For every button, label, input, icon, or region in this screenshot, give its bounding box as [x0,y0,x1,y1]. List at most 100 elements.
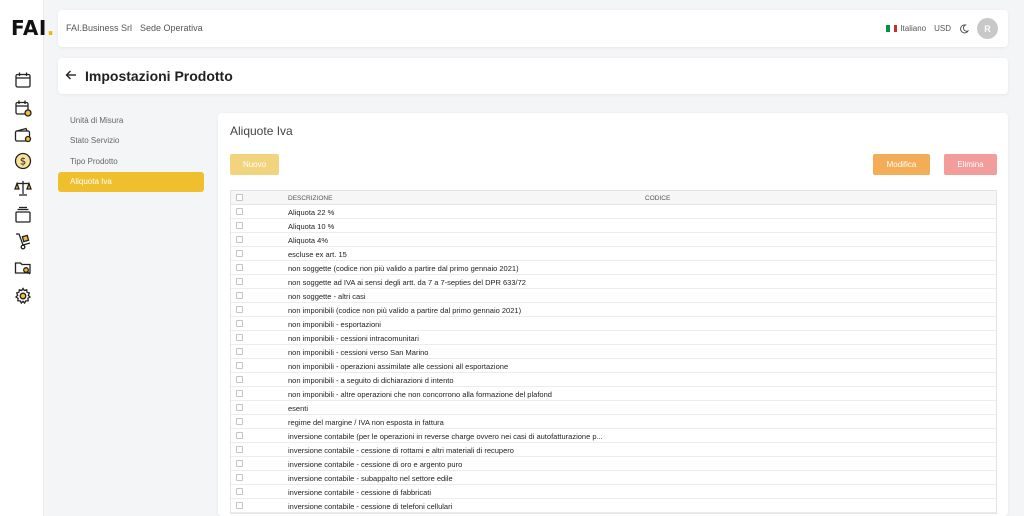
row-checkbox[interactable] [236,376,243,383]
logo[interactable]: FAI. [11,16,55,40]
currency-selector[interactable]: USD [934,24,951,33]
table-row[interactable]: regime del margine / IVA non esposta in … [231,415,996,429]
user-avatar[interactable]: R [977,18,998,39]
column-header-codice[interactable]: CODICE [645,195,670,202]
cell-descrizione: inversione contabile - cessione di telef… [288,502,453,511]
cell-descrizione: non imponibili - cessioni verso San Mari… [288,348,429,357]
column-header-descrizione[interactable]: DESCRIZIONE [288,195,332,202]
table-body: Aliquota 22 % Aliquota 10 % Aliquota 4% esc… [231,205,996,513]
table-row[interactable]: inversione contabile - cessione di fabbr… [231,485,996,499]
menu-item-aliquota-iva[interactable]: Aliquota Iva [58,171,204,192]
back-arrow-icon[interactable] [65,69,77,81]
table-row[interactable]: inversione contabile - cessione di oro e… [231,457,996,471]
table-row[interactable]: Aliquota 10 % [231,219,996,233]
row-checkbox[interactable] [236,404,243,411]
row-checkbox[interactable] [236,348,243,355]
row-checkbox[interactable] [236,390,243,397]
table-row[interactable]: non imponibili (codice non più valido a … [231,303,996,317]
row-checkbox[interactable] [236,250,243,257]
table-row[interactable]: escluse ex art. 15 [231,247,996,261]
select-all-checkbox[interactable] [236,194,243,201]
cell-descrizione: Aliquota 10 % [288,222,335,231]
cell-descrizione: non soggette (codice non più valido a pa… [288,264,519,273]
table-row[interactable]: inversione contabile - cessione di rotta… [231,443,996,457]
cell-descrizione: non imponibili - altre operazioni che no… [288,390,552,399]
sidebar: FAI. $ [0,0,54,516]
panel-title: Aliquote Iva [230,124,293,138]
balance-scale-icon[interactable] [14,179,32,197]
table-row[interactable]: non imponibili - cessioni intracomunitar… [231,331,996,345]
stack-icon[interactable] [14,206,32,224]
row-checkbox[interactable] [236,446,243,453]
page-title-bar: Impostazioni Prodotto [58,58,1008,94]
folder-search-icon[interactable] [14,259,32,277]
table-row[interactable]: inversione contabile - cessione di telef… [231,499,996,513]
row-checkbox[interactable] [236,334,243,341]
cell-descrizione: inversione contabile - cessione di fabbr… [288,488,431,497]
menu-item-tipo-prodotto[interactable]: Tipo Prodotto [58,151,204,171]
row-checkbox[interactable] [236,264,243,271]
row-checkbox[interactable] [236,362,243,369]
table-row[interactable]: Aliquota 22 % [231,205,996,219]
edit-button[interactable]: Modifica [873,154,930,175]
hand-truck-icon[interactable] [14,232,32,250]
wallet-icon[interactable] [14,126,32,144]
cell-descrizione: inversione contabile - subappalto nel se… [288,474,453,483]
table-row[interactable]: Aliquota 4% [231,233,996,247]
cell-descrizione: non imponibili - operazioni assimilate a… [288,362,509,371]
language-label: Italiano [900,24,927,33]
table-row[interactable]: non soggette ad IVA ai sensi degli artt.… [231,275,996,289]
cell-descrizione: esenti [288,404,309,413]
cell-descrizione: non imponibili - cessioni intracomunitar… [288,334,419,343]
header-controls: Italiano USD R [886,18,998,39]
moon-icon[interactable] [959,24,969,34]
svg-text:$: $ [20,157,26,168]
aliquote-panel: Aliquote Iva Nuovo Modifica Elimina DESC… [218,113,1008,516]
menu-item-unita-di-misura[interactable]: Unità di Misura [58,110,204,130]
gear-icon[interactable] [14,287,32,305]
row-checkbox[interactable] [236,236,243,243]
new-button[interactable]: Nuovo [230,154,279,175]
row-checkbox[interactable] [236,278,243,285]
italy-flag-icon [886,25,898,33]
row-checkbox[interactable] [236,320,243,327]
table-row[interactable]: non imponibili - operazioni assimilate a… [231,359,996,373]
table-row[interactable]: non imponibili - a seguito di dichiarazi… [231,373,996,387]
row-checkbox[interactable] [236,306,243,313]
settings-menu: Unità di Misura Stato Servizio Tipo Prod… [58,110,204,192]
calendar-icon[interactable] [14,71,32,89]
cell-descrizione: non soggette ad IVA ai sensi degli artt.… [288,278,526,287]
cell-descrizione: non soggette - altri casi [288,292,366,301]
language-selector[interactable]: Italiano [886,24,926,33]
row-checkbox[interactable] [236,474,243,481]
row-checkbox[interactable] [236,418,243,425]
aliquote-table: DESCRIZIONE CODICE Aliquota 22 % Aliquota… [230,190,997,514]
row-checkbox[interactable] [236,222,243,229]
row-checkbox[interactable] [236,432,243,439]
row-checkbox[interactable] [236,502,243,509]
location-name[interactable]: Sede Operativa [140,23,203,33]
row-checkbox[interactable] [236,208,243,215]
menu-item-stato-servizio[interactable]: Stato Servizio [58,131,204,151]
table-row[interactable]: non imponibili - esportazioni [231,317,996,331]
cell-descrizione: inversione contabile - cessione di rotta… [288,446,514,455]
company-name[interactable]: FAI.Business Srl [66,23,132,33]
top-header: FAI.Business Srl Sede Operativa Italiano … [58,10,1008,47]
table-row[interactable]: non soggette (codice non più valido a pa… [231,261,996,275]
row-checkbox[interactable] [236,488,243,495]
table-row[interactable]: non imponibili - altre operazioni che no… [231,387,996,401]
cell-descrizione: Aliquota 22 % [288,208,335,217]
company-breadcrumb: FAI.Business Srl Sede Operativa [66,23,203,33]
dollar-circle-icon[interactable]: $ [14,152,32,170]
table-row[interactable]: non soggette - altri casi [231,289,996,303]
table-row[interactable]: inversione contabile (per le operazioni … [231,429,996,443]
delete-button[interactable]: Elimina [944,154,997,175]
row-checkbox[interactable] [236,292,243,299]
cell-descrizione: non imponibili - esportazioni [288,320,381,329]
table-row[interactable]: esenti [231,401,996,415]
table-row[interactable]: inversione contabile - subappalto nel se… [231,471,996,485]
table-row[interactable]: non imponibili - cessioni verso San Mari… [231,345,996,359]
row-checkbox[interactable] [236,460,243,467]
cell-descrizione: non imponibili - a seguito di dichiarazi… [288,376,454,385]
calendar-clock-icon[interactable] [14,99,32,117]
